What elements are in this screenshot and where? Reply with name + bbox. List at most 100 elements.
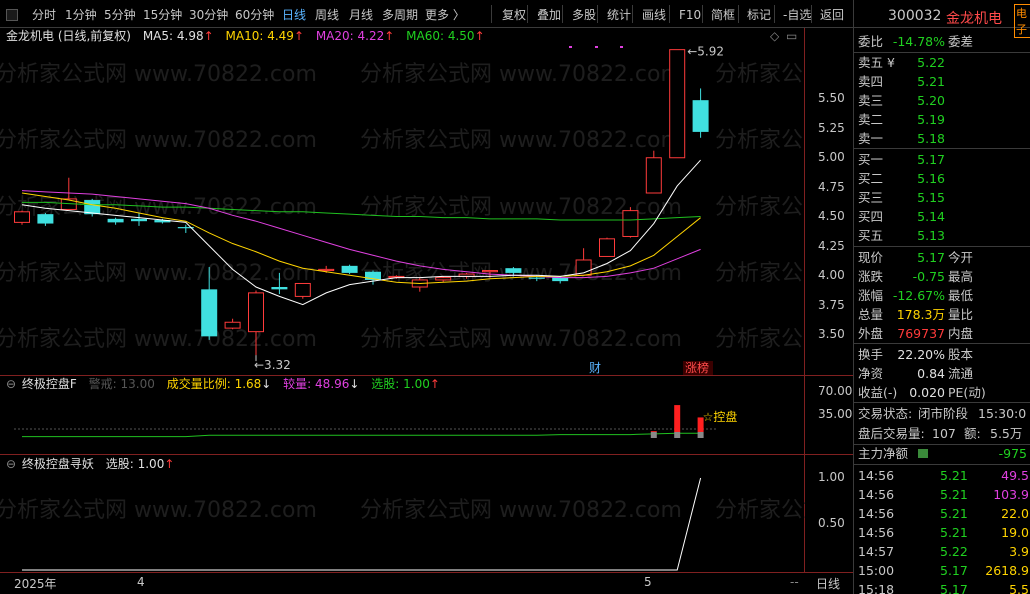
tick-row: 15:18 5.17 5.5 [858,582,1029,594]
stock-name: 金龙机电 [946,11,1002,27]
candle-body [37,214,54,224]
ask-row[interactable]: 卖四 5.21 [854,72,1030,91]
toolbar-item-14[interactable]: 统计 [607,7,631,23]
toolbar-item-6[interactable]: 日线 [282,7,306,23]
net-flow-row: 主力净额 -975 [858,446,1027,461]
toolbar-item-1[interactable]: 1分钟 [65,7,97,23]
toolbar-item-10[interactable]: 更多 〉 [425,7,465,23]
y-tick-label: 70.00 [818,384,853,398]
zoom-out-button[interactable]: -- [790,575,799,589]
watermark-text: 分析家公式网 www.70822.com [0,261,317,286]
toolbar-separator [702,5,703,23]
ask-row[interactable]: 卖五 ¥5.22 [854,53,1030,72]
bid-row[interactable]: 买四 5.14 [854,207,1030,226]
watermark-text: 分析家公式网 www.70822.com [715,62,805,87]
y-tick-label: 3.75 [818,298,845,312]
x-label-year: 2025年 [14,577,57,591]
candle-body [645,157,662,194]
stat-row: 现价 5.17 今开 [858,250,974,265]
close-icon[interactable] [6,9,18,21]
candle-body [435,277,452,281]
bid-row[interactable]: 买二 5.16 [854,169,1030,188]
period-selector[interactable]: 日线 [816,575,840,592]
toolbar-item-2[interactable]: 5分钟 [104,7,136,23]
bid-row[interactable]: 买五 5.13 [854,226,1030,245]
ask-row[interactable]: 卖三 5.20 [854,91,1030,110]
y-tick-label: 5.50 [818,91,845,105]
tick-row: 14:56 5.21 49.5 [858,468,1029,483]
y-tick-label: 0.50 [818,516,845,530]
y-tick-label: 4.75 [818,180,845,194]
ind1-bar-base [650,432,657,438]
y-tick-label: 35.00 [818,407,853,421]
toolbar-item-9[interactable]: 多周期 [382,7,418,23]
toolbar-separator [811,5,812,23]
toolbar-item-16[interactable]: F10 [679,7,701,23]
candle-body [528,277,545,279]
y-tick-label: 4.00 [818,268,845,282]
watermark-text: 分析家公式网 www.70822.com [715,128,805,153]
toolbar-item-12[interactable]: 叠加 [537,7,561,23]
candle-body [599,238,615,257]
toolbar-item-11[interactable]: 复权 [502,7,526,23]
toolbar-item-20[interactable]: 返回 [820,7,844,23]
event-dot [595,46,598,48]
tick-row: 14:56 5.21 22.0 [858,506,1029,521]
toolbar-item-5[interactable]: 60分钟 [235,7,274,23]
candle-body [201,289,218,337]
y-tick-label: 1.00 [818,470,845,484]
candle-body [482,270,498,273]
toolbar-item-7[interactable]: 周线 [315,7,339,23]
ind1-bar [650,431,657,432]
ask-row[interactable]: 卖一 5.18 [854,129,1030,148]
toolbar-item-3[interactable]: 15分钟 [143,7,182,23]
toolbar-item-15[interactable]: 画线 [642,7,666,23]
bid-row[interactable]: 买一 5.17 [854,150,1030,169]
toolbar-separator [669,5,670,23]
candle-body [294,282,311,297]
watermark-text: 分析家公式网 www.70822.com [715,327,805,352]
candlestick-chart: 分析家公式网 www.70822.com 分析家公式网 www.70822.com… [0,45,805,375]
x-label-may: 5 [644,575,652,589]
toolbar-item-19[interactable]: -自选 [783,7,811,23]
candle-body [552,277,569,282]
indicator1-chart: ☆控盘 [14,405,737,438]
ask-row[interactable]: 卖二 5.19 [854,110,1030,129]
ind1-bar-base [674,432,681,438]
toolbar-separator [632,5,633,23]
candle-body [107,218,124,223]
tick-row: 15:00 5.17 2618.9 [858,563,1029,578]
quote-panel: 300032 金龙机电 电子 委比 -14.78% 委差 卖五 ¥5.22 卖四 5… [853,0,1030,594]
toolbar-separator [562,5,563,23]
candle-body [318,268,335,272]
watermark-text: 分析家公式网 www.70822.com [0,327,317,352]
toolbar-item-4[interactable]: 30分钟 [189,7,228,23]
candle-body [248,292,264,333]
trade-state-row: 交易状态: 闭市阶段 15:30:0 [858,406,1027,421]
after-hours-row: 盘后交易量: 107 额: 5.5万 [858,426,1023,441]
toolbar-item-17[interactable]: 简框 [711,7,735,23]
stat-row: 外盘 769737 内盘 [858,326,974,341]
tick-row: 14:56 5.21 19.0 [858,525,1029,540]
watermark-text: 分析家公式网 www.70822.com [715,195,805,220]
weibi-row: 委比 -14.78% 委差 [858,34,974,49]
watermark-text: 分析家公式网 www.70822.com [360,327,682,352]
toolbar-item-18[interactable]: 标记 [747,7,771,23]
stat2-row: 净资 0.84 流通 [858,366,974,381]
ind1-bar [674,405,681,432]
toolbar-separator [774,5,775,23]
low-label: ←3.32 [254,358,291,372]
watermark-text: 分析家公式网 www.70822.com [0,128,317,153]
stat-row: 总量 178.3万 量比 [858,307,974,322]
toolbar-item-8[interactable]: 月线 [349,7,373,23]
toolbar-item-0[interactable]: 分时 [32,7,56,23]
y-tick-label: 5.00 [818,150,845,164]
toolbar-separator [738,5,739,23]
ind2-line [22,477,702,571]
indicator2-chart: 分析家公式网 www.70822.com 分析家公式网 www.70822.com… [0,477,805,571]
bid-row[interactable]: 买三 5.15 [854,188,1030,207]
y-tick-label: 4.50 [818,209,845,223]
toolbar-item-13[interactable]: 多股 [572,7,596,23]
candle-body [341,265,358,273]
toolbar-separator [491,5,492,23]
